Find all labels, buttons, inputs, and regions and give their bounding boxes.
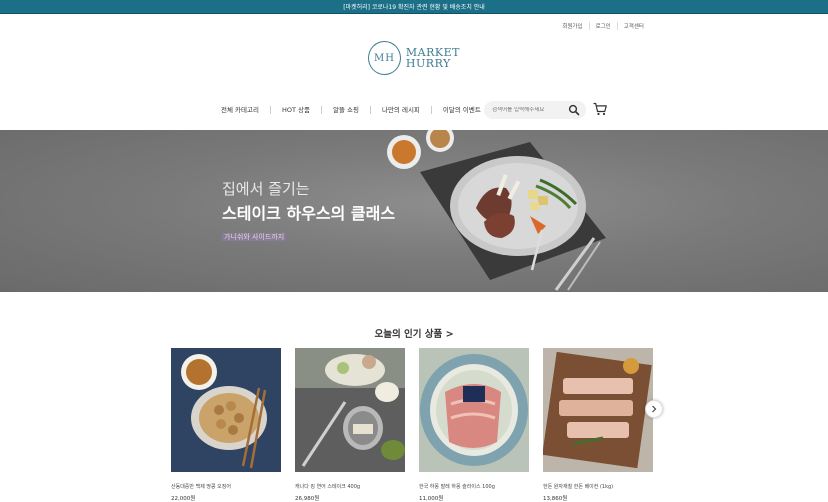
nav-monthly-event[interactable]: 이달의 이벤트 (430, 106, 492, 114)
product-image (419, 348, 529, 472)
hero-description: 가니쉬와 사이드까지 (222, 232, 287, 242)
product-card[interactable]: 캐나다 킹 연어 스테이크 400g 26,980원 (295, 348, 405, 502)
logo-line-2: HURRY (405, 57, 451, 70)
utility-links: 회원가입 로그인 고객센터 (556, 22, 650, 30)
signup-link[interactable]: 회원가입 (556, 22, 588, 30)
notice-banner[interactable]: [마켓허리] 코로나19 확진자 관련 현황 및 배송조치 안내 (0, 0, 828, 14)
search-input[interactable] (492, 107, 568, 113)
product-card[interactable]: 한국 하몽 발레 하몽 슬라이스 100g 11,000원 (419, 348, 529, 502)
site-logo[interactable]: MH MARKET HURRY (368, 36, 460, 80)
nav-bargain-shopping[interactable]: 알뜰 쇼핑 (320, 106, 370, 114)
product-name: 한국 하몽 발레 하몽 슬라이스 100g (419, 484, 495, 490)
hero-description-highlight: 가니쉬와 사이드까지 (222, 233, 287, 241)
logo-wordmark: MARKET HURRY (406, 47, 460, 69)
nav-all-categories[interactable]: 전체 카테고리 (210, 106, 270, 114)
carousel-next-button[interactable] (645, 400, 663, 418)
notice-banner-text: [마켓허리] 코로나19 확진자 관련 현황 및 배송조치 안내 (343, 4, 485, 11)
chevron-right-icon (652, 405, 657, 413)
nav-hot-products[interactable]: HOT 상품 (269, 106, 321, 114)
popular-products-title[interactable]: 오늘의 인기 상품 > (0, 326, 828, 340)
product-card[interactable]: 산동대중반 백제 땅콩 오징어 22,000원 (171, 348, 281, 502)
hero-title: 스테이크 하우스의 클래스 (222, 204, 396, 223)
search-box (484, 101, 586, 119)
nav-my-recipe[interactable]: 나만의 레시피 (369, 106, 431, 114)
customer-center-link[interactable]: 고객센터 (616, 22, 650, 30)
hero-subtitle: 집에서 즐기는 (222, 180, 310, 198)
hero-banner[interactable]: 집에서 즐기는 스테이크 하우스의 클래스 가니쉬와 사이드까지 (0, 130, 828, 292)
cart-icon[interactable] (592, 101, 608, 117)
product-price: 22,000원 (171, 496, 196, 502)
product-price: 13,860원 (543, 496, 568, 502)
product-image (295, 348, 405, 472)
search-icon[interactable] (568, 104, 580, 116)
logo-mark: MH (368, 41, 401, 75)
product-price: 26,980원 (295, 496, 320, 502)
product-card[interactable]: 한돈 원자재칠 한돈 베이컨 (1kg) 13,860원 (542, 348, 653, 502)
product-image (171, 348, 281, 472)
login-link[interactable]: 로그인 (588, 22, 617, 30)
product-carousel: 산동대중반 백제 땅콩 오징어 22,000원 캐나다 킹 연어 스테이크 40… (171, 348, 671, 502)
product-name: 산동대중반 백제 땅콩 오징어 (171, 484, 231, 490)
product-name: 한돈 원자재칠 한돈 베이컨 (1kg) (543, 484, 614, 490)
main-nav: 전체 카테고리 HOT 상품 알뜰 쇼핑 나만의 레시피 이달의 이벤트 (210, 100, 492, 120)
product-price: 11,000원 (419, 496, 444, 502)
product-name: 캐나다 킹 연어 스테이크 400g (295, 484, 361, 490)
product-image (542, 348, 653, 472)
steak-plate-image (387, 130, 606, 291)
